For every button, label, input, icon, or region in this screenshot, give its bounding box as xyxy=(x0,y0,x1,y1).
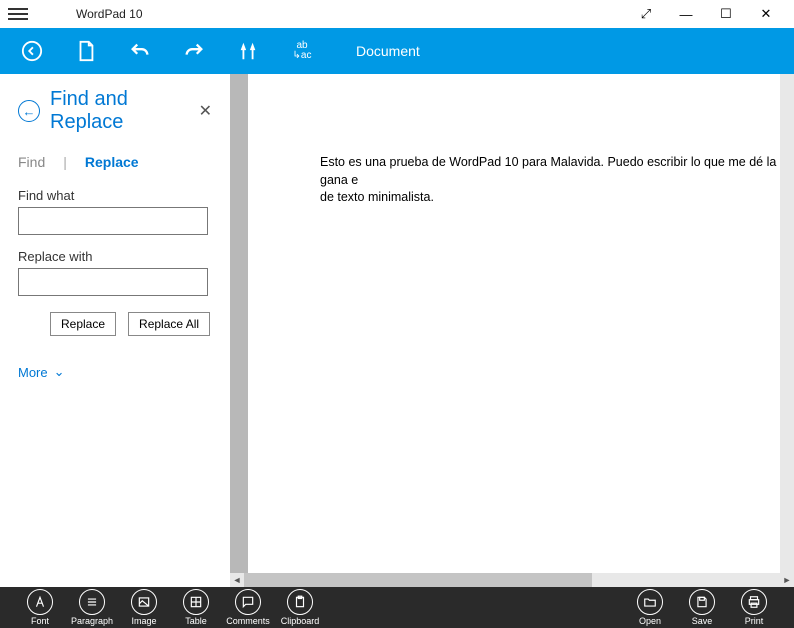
minimize-icon[interactable]: — xyxy=(666,7,706,22)
panel-back-icon[interactable]: ← xyxy=(18,100,40,122)
find-what-label: Find what xyxy=(18,188,212,203)
document-page[interactable]: Esto es una prueba de WordPad 10 para Ma… xyxy=(248,74,794,573)
tab-find[interactable]: Find xyxy=(18,154,45,170)
scroll-right-icon[interactable]: ► xyxy=(780,573,794,587)
new-document-icon[interactable] xyxy=(66,28,106,74)
more-options[interactable]: More ⌄ xyxy=(18,364,212,380)
save-button[interactable]: Save xyxy=(676,589,728,626)
tab-replace[interactable]: Replace xyxy=(85,154,139,170)
scroll-thumb[interactable] xyxy=(244,573,592,587)
redo-icon[interactable] xyxy=(174,28,214,74)
open-button[interactable]: Open xyxy=(624,589,676,626)
clipboard-button[interactable]: Clipboard xyxy=(274,589,326,626)
replace-icon[interactable]: ab↳ac xyxy=(282,28,322,74)
close-window-icon[interactable]: ✕ xyxy=(746,6,786,22)
replace-all-button[interactable]: Replace All xyxy=(128,312,210,336)
print-button[interactable]: Print xyxy=(728,589,780,626)
font-button[interactable]: Font xyxy=(14,589,66,626)
scroll-left-icon[interactable]: ◄ xyxy=(230,573,244,587)
document-text-line: de texto minimalista. xyxy=(320,189,794,207)
replace-button[interactable]: Replace xyxy=(50,312,116,336)
titlebar: WordPad 10 ⤢ — ☐ ✕ xyxy=(0,0,794,28)
paragraph-button[interactable]: Paragraph xyxy=(66,589,118,626)
table-button[interactable]: Table xyxy=(170,589,222,626)
back-button[interactable] xyxy=(12,28,52,74)
undo-icon[interactable] xyxy=(120,28,160,74)
panel-tabs: Find | Replace xyxy=(18,154,212,170)
chevron-down-icon: ⌄ xyxy=(54,364,65,380)
document-text-line: Esto es una prueba de WordPad 10 para Ma… xyxy=(320,154,794,189)
panel-close-icon[interactable]: ✕ xyxy=(199,101,212,121)
toolbar: ab↳ac Document xyxy=(0,28,794,74)
document-name[interactable]: Document xyxy=(356,43,420,59)
find-what-input[interactable] xyxy=(18,207,208,235)
panel-heading: Find and Replace xyxy=(50,88,199,134)
hamburger-menu-icon[interactable] xyxy=(8,8,28,20)
bottom-toolbar: Font Paragraph Image Table Comments Clip… xyxy=(0,587,794,628)
find-replace-panel: ← Find and Replace ✕ Find | Replace Find… xyxy=(0,74,230,587)
app-title: WordPad 10 xyxy=(76,7,143,21)
vertical-scrollbar[interactable] xyxy=(780,74,794,573)
find-icon[interactable] xyxy=(228,28,268,74)
replace-with-label: Replace with xyxy=(18,249,212,264)
image-button[interactable]: Image xyxy=(118,589,170,626)
more-label: More xyxy=(18,365,48,380)
horizontal-scrollbar[interactable]: ◄ ► xyxy=(230,573,794,587)
document-area: Esto es una prueba de WordPad 10 para Ma… xyxy=(230,74,794,587)
expand-icon[interactable]: ⤢ xyxy=(626,6,666,22)
comments-button[interactable]: Comments xyxy=(222,589,274,626)
replace-with-input[interactable] xyxy=(18,268,208,296)
maximize-icon[interactable]: ☐ xyxy=(706,6,746,22)
